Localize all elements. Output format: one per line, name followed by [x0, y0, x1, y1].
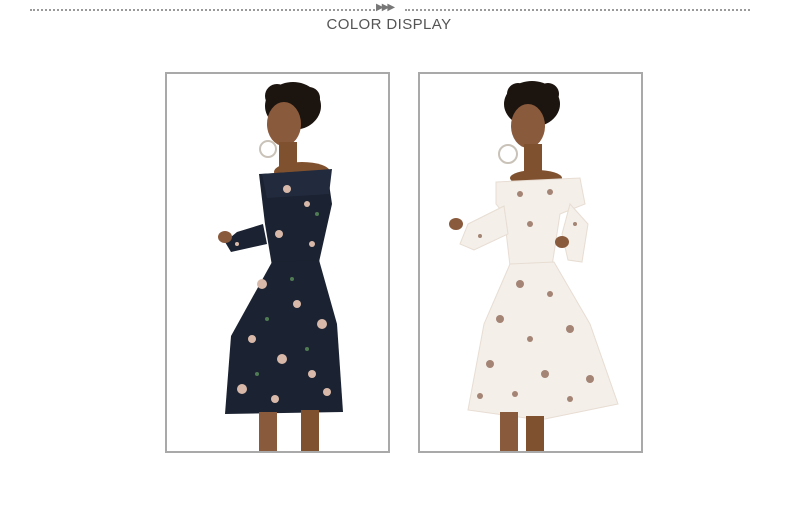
product-photo-white	[418, 72, 643, 453]
dotted-divider-right	[405, 9, 750, 11]
model-white-dress-image	[420, 74, 641, 451]
model-navy-dress-image	[167, 74, 388, 451]
section-header: ▶▶▶ COLOR DISPLAY	[0, 0, 790, 40]
chevron-arrows-icon: ▶▶▶	[376, 2, 395, 13]
product-photo-navy	[165, 72, 390, 453]
section-title: COLOR DISPLAY	[326, 16, 452, 33]
dotted-divider-left	[30, 9, 375, 11]
